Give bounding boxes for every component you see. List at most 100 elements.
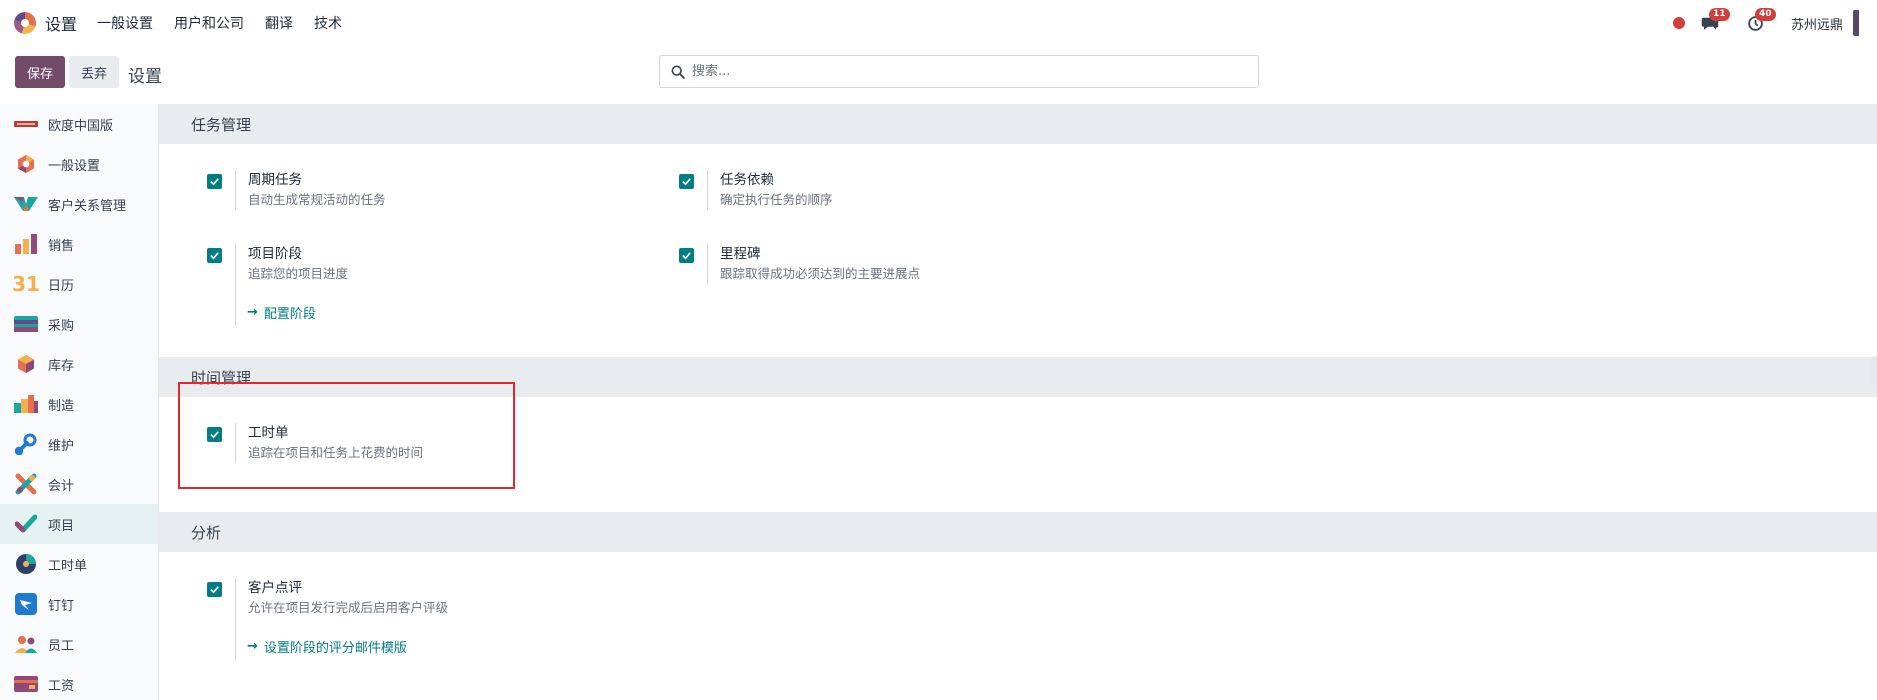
sidebar-item-label: 工资 — [48, 678, 75, 694]
setting-body: 工时单 追踪在项目和任务上花费的时间 — [235, 423, 423, 463]
setting-title: 任务依赖 — [720, 172, 774, 188]
status-dot-icon[interactable] — [1672, 17, 1685, 29]
settings-sidebar: 欧度中国版 一般设置 客户关系管理 销售 31 日历 采购 库存 制造 维护 会… — [0, 104, 159, 700]
setting-body: 周期任务 自动生成常规活动的任务 — [235, 170, 386, 210]
accounting-icon — [14, 472, 38, 496]
timesheets-checkbox[interactable] — [207, 427, 222, 442]
link-label: 配置阶段 — [263, 307, 316, 322]
activities-count-badge: 40 — [1754, 8, 1776, 21]
customer-ratings-checkbox[interactable] — [207, 582, 222, 597]
sidebar-item-label: 客户关系管理 — [48, 198, 127, 214]
sidebar-item-crm[interactable]: 客户关系管理 — [0, 184, 158, 224]
purchase-card-icon — [14, 312, 38, 336]
setting-title: 客户点评 — [248, 580, 302, 596]
maintenance-icon — [14, 432, 38, 456]
sidebar-item-calendar[interactable]: 31 日历 — [0, 264, 158, 304]
sidebar-item-label: 钉钉 — [48, 598, 75, 614]
sidebar-item-accounting[interactable]: 会计 — [0, 464, 158, 504]
sidebar-item-label: 欧度中国版 — [48, 118, 114, 134]
setting-description: 跟踪取得成功必须达到的主要进展点 — [720, 266, 921, 281]
sidebar-item-employees[interactable]: 员工 — [0, 624, 158, 664]
activities-button[interactable]: 40 — [1745, 8, 1776, 34]
check-icon — [210, 586, 219, 594]
arrow-right-icon: → — [247, 305, 258, 320]
setting-task-dependencies: 任务依赖 确定执行任务的顺序 — [679, 170, 833, 210]
sidebar-item-odoo-china[interactable]: 欧度中国版 — [0, 104, 158, 144]
milestones-checkbox[interactable] — [679, 248, 694, 263]
dingtalk-icon — [14, 592, 38, 616]
sidebar-item-label: 销售 — [48, 238, 75, 254]
setting-title: 工时单 — [248, 425, 289, 441]
task-dependencies-checkbox[interactable] — [679, 174, 694, 189]
systray: 11 40 苏州远鼎 — [1672, 8, 1859, 36]
calendar-icon: 31 — [12, 272, 40, 296]
sidebar-item-inventory[interactable]: 库存 — [0, 344, 158, 384]
check-icon — [210, 431, 219, 439]
user-avatar[interactable] — [1853, 10, 1859, 36]
search-input[interactable] — [692, 64, 1252, 79]
right-edge-handle[interactable] — [1871, 356, 1877, 386]
employees-icon — [14, 632, 38, 656]
sidebar-item-payroll[interactable]: 工资 — [0, 664, 158, 700]
setting-description: 允许在项目发行完成后启用客户评级 — [248, 600, 449, 615]
check-icon — [682, 252, 691, 260]
company-switcher[interactable]: 苏州远鼎 — [1791, 14, 1843, 33]
setting-title: 里程碑 — [720, 246, 761, 262]
sidebar-item-maintenance[interactable]: 维护 — [0, 424, 158, 464]
arrow-right-icon: → — [247, 639, 258, 654]
sidebar-item-label: 会计 — [48, 478, 75, 494]
breadcrumb: 设置 — [128, 67, 162, 87]
messages-button[interactable]: 11 — [1699, 8, 1730, 34]
discard-button[interactable]: 丢弃 — [69, 56, 119, 88]
crm-icon — [14, 192, 38, 216]
setting-title: 周期任务 — [248, 172, 302, 188]
rating-email-template-link[interactable]: → 设置阶段的评分邮件模版 — [247, 637, 407, 656]
setting-description: 确定执行任务的顺序 — [720, 192, 833, 207]
sidebar-item-label: 一般设置 — [48, 158, 101, 174]
payroll-icon — [14, 672, 38, 696]
app-title: 设置 — [45, 15, 78, 34]
sidebar-item-dingtalk[interactable]: 钉钉 — [0, 584, 158, 624]
section-analytics-title: 分析 — [159, 512, 1877, 552]
check-icon — [210, 252, 219, 260]
sales-chart-icon — [14, 232, 38, 256]
setting-title: 项目阶段 — [248, 246, 302, 262]
sidebar-item-purchase[interactable]: 采购 — [0, 304, 158, 344]
menu-users-companies[interactable]: 用户和公司 — [174, 13, 244, 33]
setting-timesheets: 工时单 追踪在项目和任务上花费的时间 — [207, 423, 423, 463]
menu-technical[interactable]: 技术 — [314, 13, 342, 33]
sidebar-item-timesheet[interactable]: 工时单 — [0, 544, 158, 584]
setting-description: 追踪您的项目进度 — [248, 266, 349, 281]
setting-body: 里程碑 跟踪取得成功必须达到的主要进展点 — [707, 244, 920, 284]
search-bar[interactable] — [659, 55, 1259, 88]
sidebar-item-label: 工时单 — [48, 558, 88, 574]
sidebar-item-label: 员工 — [48, 638, 75, 654]
search-icon — [671, 65, 685, 79]
odoo-logo-icon — [14, 152, 38, 176]
sidebar-item-label: 制造 — [48, 398, 75, 414]
check-icon — [210, 178, 219, 186]
save-button[interactable]: 保存 — [15, 56, 65, 88]
sidebar-item-label: 日历 — [48, 278, 75, 294]
settings-content: 任务管理 周期任务 自动生成常规活动的任务 任务依赖 确定执行任务的顺序 项目阶… — [159, 104, 1877, 700]
setting-description: 自动生成常规活动的任务 — [248, 192, 386, 207]
menu-general-settings[interactable]: 一般设置 — [97, 13, 153, 33]
configure-stages-link[interactable]: → 配置阶段 — [247, 303, 316, 322]
recurring-tasks-checkbox[interactable] — [207, 174, 222, 189]
inventory-box-icon — [14, 352, 38, 376]
section-time-management-title: 时间管理 — [159, 357, 1877, 397]
app-brand[interactable]: 设置 — [14, 11, 77, 35]
sidebar-item-project[interactable]: 项目 — [0, 504, 158, 544]
messages-count-badge: 11 — [1708, 8, 1730, 21]
section-task-management-title: 任务管理 — [159, 104, 1877, 144]
sidebar-item-general-settings[interactable]: 一般设置 — [0, 144, 158, 184]
manufacturing-icon — [14, 392, 38, 416]
link-label: 设置阶段的评分邮件模版 — [263, 641, 407, 656]
sidebar-item-label: 维护 — [48, 438, 75, 454]
sidebar-item-label: 项目 — [48, 518, 75, 534]
menu-translations[interactable]: 翻译 — [265, 13, 293, 33]
check-icon — [682, 178, 691, 186]
sidebar-item-manufacturing[interactable]: 制造 — [0, 384, 158, 424]
sidebar-item-sales[interactable]: 销售 — [0, 224, 158, 264]
project-stages-checkbox[interactable] — [207, 248, 222, 263]
